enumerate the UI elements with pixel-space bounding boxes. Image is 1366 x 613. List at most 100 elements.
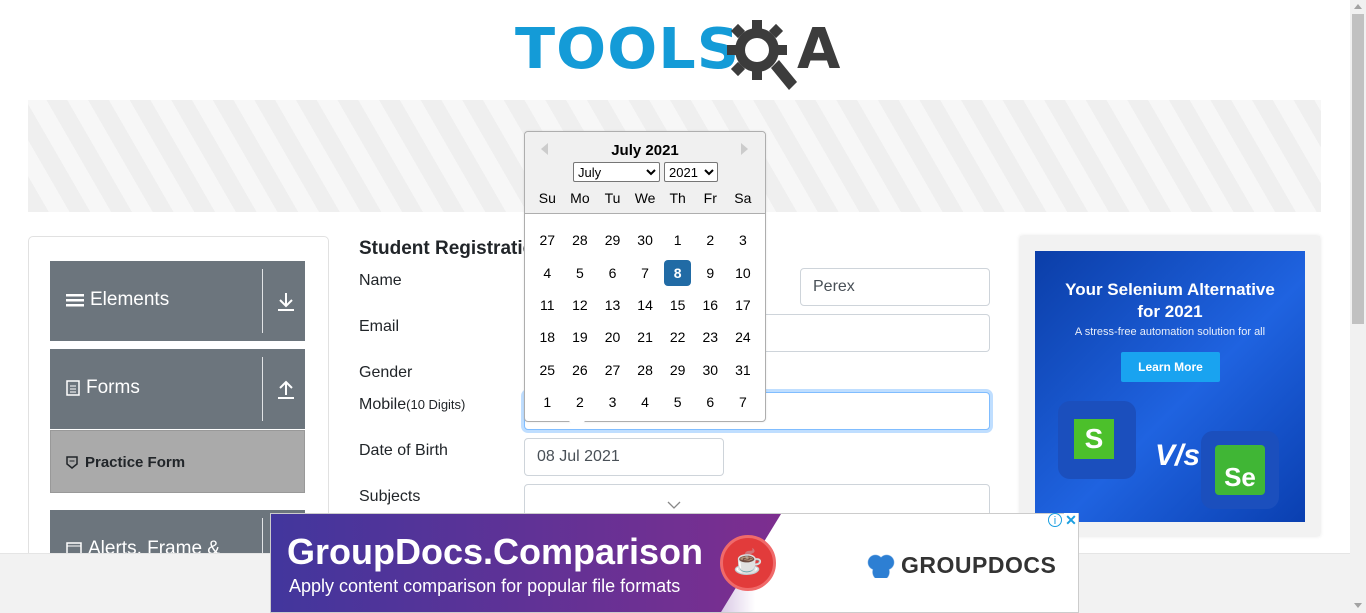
datepicker-popup: July 2021 July 2021 Su Mo Tu We Th Fr Sa… [524,131,766,429]
datepicker-day[interactable]: 23 [694,324,727,350]
datepicker-week: 4 5 6 7 8 9 10 [531,256,761,288]
divider [262,357,263,421]
datepicker-day[interactable]: 1 [661,227,694,253]
datepicker-day[interactable]: 13 [596,292,629,318]
datepicker-day[interactable]: 22 [661,324,694,350]
datepicker-day[interactable]: 28 [629,357,662,383]
datepicker-day[interactable]: 26 [564,357,597,383]
selenium-logo: Se [1201,431,1279,509]
datepicker-day[interactable]: 28 [564,227,597,253]
weekday-label: Th [669,190,686,206]
datepicker-day[interactable]: 21 [629,324,662,350]
datepicker-day[interactable]: 18 [531,324,564,350]
datepicker-day[interactable]: 4 [629,389,662,415]
ad-headline: Your Selenium Alternative for 2021 [1035,279,1305,323]
group-header: Forms [66,377,140,399]
popup-caret [569,421,585,429]
datepicker-day[interactable]: 29 [596,227,629,253]
close-icon[interactable]: ✕ [1064,513,1078,527]
datepicker-day[interactable]: 19 [564,324,597,350]
datepicker-day[interactable]: 25 [531,357,564,383]
datepicker-day[interactable]: 29 [661,357,694,383]
document-icon [66,380,80,396]
datepicker-day[interactable]: 15 [661,292,694,318]
datepicker-day[interactable]: 3 [596,389,629,415]
datepicker-day[interactable]: 3 [727,227,760,253]
group-header: Elements [66,289,169,311]
datepicker-day[interactable]: 10 [727,260,760,286]
right-ad-banner[interactable]: Your Selenium Alternative for 2021 A stre… [1035,251,1305,522]
month-select[interactable]: July [573,162,660,182]
datepicker-day[interactable]: 20 [596,324,629,350]
bottom-ad-banner[interactable]: GroupDocs.Comparison Apply content compa… [270,513,1079,613]
right-ad-container: Your Selenium Alternative for 2021 A stre… [1020,236,1320,536]
datepicker-day[interactable]: 2 [564,389,597,415]
learn-more-button[interactable]: Learn More [1121,352,1220,382]
datepicker-day[interactable]: 4 [531,260,564,286]
dob-label: Date of Birth [359,442,448,459]
bottom-ad-title: GroupDocs.Comparison [287,531,704,572]
gear-magnifier-icon [727,20,797,90]
datepicker-day[interactable]: 17 [727,292,760,318]
datepicker-day[interactable]: 31 [727,357,760,383]
subjects-label: Subjects [359,488,421,505]
ad-choices[interactable]: i ✕ [1048,513,1078,529]
versus-text: V/s [1155,439,1201,472]
datepicker-day[interactable]: 2 [694,227,727,253]
datepicker-day[interactable]: 30 [694,357,727,383]
datepicker-day-selected[interactable]: 8 [664,259,692,286]
download-icon[interactable] [276,291,296,313]
next-month-icon[interactable] [741,143,748,155]
scrollbar-thumb[interactable] [1352,14,1364,324]
datepicker-week: 25 26 27 28 29 30 31 [531,354,761,386]
group-label: Forms [86,377,140,398]
group-label: Elements [90,289,170,310]
ad-headline-line2: for 2021 [1137,302,1203,321]
weekday-header: Su Mo Tu We Th Fr Sa [531,190,761,206]
logo-text: TOOLS [515,17,741,82]
datepicker-day[interactable]: 9 [694,260,727,286]
page-scrollbar[interactable] [1350,0,1366,613]
ad-headline-line1: Your Selenium Alternative [1065,280,1275,299]
weekday-label: Su [538,190,556,206]
mobile-label-text: Mobile [359,396,407,413]
sidebar-group-forms[interactable]: Forms [50,349,305,429]
datepicker-day[interactable]: 24 [727,324,760,350]
datepicker-day[interactable]: 12 [564,292,597,318]
date-of-birth-input[interactable]: 08 Jul 2021 [524,438,724,476]
sidebar-item-practice-form[interactable]: Practice Form [50,430,305,493]
mobile-hint: (10 Digits) [406,397,466,412]
last-name-input[interactable]: Perex [800,268,990,306]
sidebar-group-elements[interactable]: Elements [50,261,305,341]
selenium-logo-letter: Se [1215,445,1265,495]
divider [262,269,263,333]
groupdocs-logo: GROUPDOCS [867,552,1056,579]
datepicker-day[interactable]: 6 [596,260,629,286]
datepicker-day[interactable]: 5 [661,389,694,415]
mobile-label: Mobile(10 Digits) [359,396,465,414]
chevron-down-icon [667,501,681,509]
ad-subtext: A stress-free automation solution for al… [1074,326,1266,338]
datepicker-day[interactable]: 30 [629,227,662,253]
scroll-down-arrow[interactable] [1354,603,1362,608]
email-input[interactable] [766,314,990,352]
upload-icon[interactable] [276,379,296,401]
weekday-label: Fr [703,190,717,206]
groupdocs-people-icon [867,553,895,578]
datepicker-day[interactable]: 6 [694,389,727,415]
weekday-label: We [634,190,656,206]
toolsqa-logo[interactable]: TOOLS A [515,16,840,92]
datepicker-day[interactable]: 7 [727,389,760,415]
scroll-up-arrow[interactable] [1354,4,1362,9]
datepicker-day[interactable]: 1 [531,389,564,415]
datepicker-day[interactable]: 11 [531,292,564,318]
datepicker-day[interactable]: 27 [596,357,629,383]
datepicker-day[interactable]: 5 [564,260,597,286]
year-select[interactable]: 2021 [664,162,718,182]
datepicker-day[interactable]: 14 [629,292,662,318]
datepicker-day[interactable]: 7 [629,260,662,286]
datepicker-day[interactable]: 16 [694,292,727,318]
katalon-logo-letter: S [1074,419,1114,459]
datepicker-day[interactable]: 27 [531,227,564,253]
ad-info-icon[interactable]: i [1048,513,1062,527]
